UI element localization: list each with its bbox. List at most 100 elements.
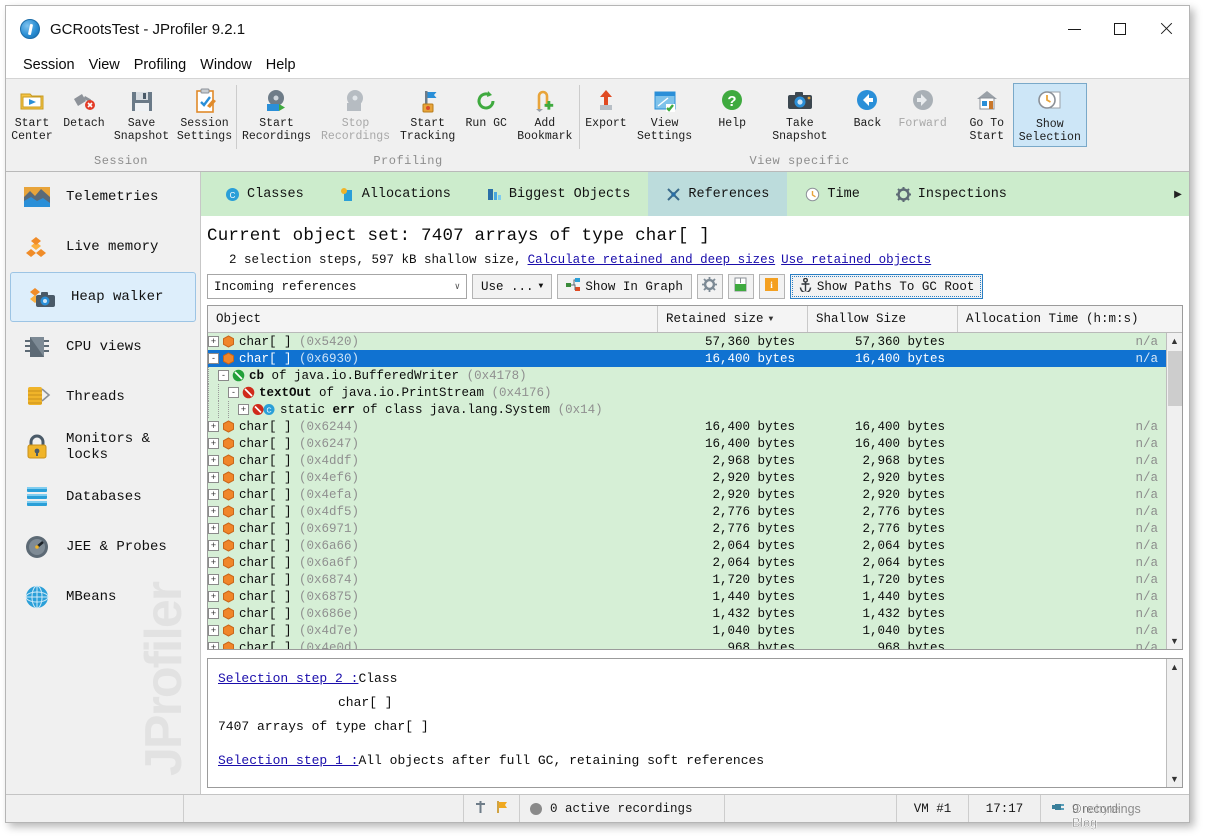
details-scroll-down-button[interactable]: ▼ [1170,771,1179,787]
export-table-button[interactable] [727,274,754,299]
start-tracking-button[interactable]: Start Tracking [395,83,460,145]
collapse-node-button[interactable]: - [228,387,239,398]
sidebar-item-jee-probes[interactable]: JEE & Probes [6,522,200,572]
go-to-start-button[interactable]: Go To Start [961,83,1013,145]
reference-mode-select[interactable]: Incoming references ∨ [207,274,467,299]
view-settings-button[interactable]: View Settings [632,83,697,145]
expand-node-button[interactable]: + [208,540,219,551]
expand-node-button[interactable]: + [208,523,219,534]
table-row[interactable]: + char[ ] (0x6a6f) 2,064 bytes 2,064 bytes n… [208,554,1166,571]
start-center-button[interactable]: Start Center [6,83,58,145]
collapse-node-button[interactable]: - [208,353,219,364]
tabs-overflow-button[interactable]: ▶ [1167,172,1189,216]
column-header-allocation-time[interactable]: Allocation Time (h:m:s) [958,306,1182,332]
table-row[interactable]: + char[ ] (0x686e) 1,432 bytes 1,432 bytes n… [208,605,1166,622]
table-row[interactable]: - cb of java.io.BufferedWriter (0x4178) [208,367,1166,384]
table-row[interactable]: + char[ ] (0x6875) 1,440 bytes 1,440 bytes n… [208,588,1166,605]
scroll-up-button[interactable]: ▲ [1170,333,1179,349]
column-header-object[interactable]: Object [208,306,658,332]
use-retained-objects-link[interactable]: Use retained objects [781,253,931,267]
table-row[interactable]: + char[ ] (0x6244) 16,400 bytes 16,400 byte… [208,418,1166,435]
table-row[interactable]: + char[ ] (0x6874) 1,720 bytes 1,720 bytes n… [208,571,1166,588]
save-snapshot-button[interactable]: Save Snapshot [110,83,173,145]
tab-time[interactable]: Time [787,172,877,216]
table-row[interactable]: + char[ ] (0x4ddf) 2,968 bytes 2,968 bytes n… [208,452,1166,469]
expand-node-button[interactable]: + [208,438,219,449]
table-row[interactable]: + char[ ] (0x4ef6) 2,920 bytes 2,920 bytes n… [208,469,1166,486]
expand-node-button[interactable]: + [208,506,219,517]
take-snapshot-button[interactable]: Take Snapshot [767,83,832,145]
help-button[interactable]: ? Help [706,83,758,133]
table-scrollbar[interactable]: ▲ ▼ [1166,333,1182,649]
selection-step-2-link[interactable]: Selection step 2 : [218,671,358,686]
expand-node-button[interactable]: + [208,472,219,483]
selection-step-1-link[interactable]: Selection step 1 : [218,753,358,768]
expand-node-button[interactable]: + [208,489,219,500]
start-recordings-button[interactable]: Start Recordings [237,83,316,145]
sidebar-item-live-memory[interactable]: Live memory [6,222,200,272]
add-bookmark-button[interactable]: Add Bookmark [512,83,577,145]
show-in-graph-button[interactable]: Show In Graph [557,274,692,299]
details-scrollbar[interactable]: ▲ ▼ [1166,659,1182,787]
maximize-button[interactable] [1097,6,1143,52]
table-row[interactable]: + char[ ] (0x4d7e) 1,040 bytes 1,040 bytes n… [208,622,1166,639]
tab-inspections[interactable]: Inspections [878,172,1025,216]
table-row[interactable]: + char[ ] (0x6971) 2,776 bytes 2,776 bytes n… [208,520,1166,537]
show-selection-button[interactable]: Show Selection [1012,83,1087,147]
expand-node-button[interactable]: + [208,336,219,347]
calculate-retained-link[interactable]: Calculate retained and deep sizes [528,253,776,267]
export-button[interactable]: Export [580,83,632,133]
run-gc-button[interactable]: Run GC [460,83,512,133]
tab-references[interactable]: References [648,172,788,216]
scrollbar-thumb[interactable] [1168,351,1182,406]
expand-node-button[interactable]: + [208,591,219,602]
tab-allocations[interactable]: Allocations [322,172,469,216]
sidebar-item-heap-walker[interactable]: Heap walker [10,272,196,322]
expand-node-button[interactable]: + [208,455,219,466]
table-row[interactable]: + char[ ] (0x6247) 16,400 bytes 16,400 byte… [208,435,1166,452]
expand-node-button[interactable]: + [208,421,219,432]
sidebar-item-databases[interactable]: Databases [6,472,200,522]
table-row[interactable]: + char[ ] (0x4e0d) 968 bytes 968 bytes n/a [208,639,1166,649]
minimize-button[interactable] [1051,6,1097,52]
session-settings-button[interactable]: Session Settings [173,83,236,145]
table-row[interactable]: + char[ ] (0x4efa) 2,920 bytes 2,920 bytes n… [208,486,1166,503]
details-scroll-up-button[interactable]: ▲ [1170,659,1179,675]
column-header-retained-size[interactable]: Retained size ▼ [658,306,808,332]
info-button[interactable]: i [758,274,785,299]
table-row[interactable]: + Cstatic err of class java.lang.System (… [208,401,1166,418]
menu-view[interactable]: View [82,55,127,75]
detach-button[interactable]: Detach [58,83,110,133]
menu-session[interactable]: Session [16,55,82,75]
expand-node-button[interactable]: + [208,608,219,619]
sidebar-item-telemetries[interactable]: Telemetries [6,172,200,222]
table-row[interactable]: - textOut of java.io.PrintStream (0x4176) [208,384,1166,401]
marker-icon[interactable] [474,800,487,818]
show-paths-to-gc-root-button[interactable]: Show Paths To GC Root [789,274,984,299]
back-button[interactable]: Back [841,83,893,133]
tab-classes[interactable]: C Classes [207,172,322,216]
collapse-node-button[interactable]: - [218,370,229,381]
menu-window[interactable]: Window [193,55,259,75]
expand-node-button[interactable]: + [238,404,249,415]
references-settings-button[interactable] [696,274,723,299]
table-row[interactable]: - char[ ] (0x6930) 16,400 bytes 16,400 byte… [208,350,1166,367]
use-dropdown-button[interactable]: Use ... ▼ [472,274,553,299]
menu-help[interactable]: Help [259,55,303,75]
sidebar-item-monitors-locks[interactable]: Monitors & locks [6,422,200,472]
status-markers[interactable] [464,795,520,822]
tab-biggest-objects[interactable]: Biggest Objects [469,172,649,216]
expand-node-button[interactable]: + [208,642,219,649]
expand-node-button[interactable]: + [208,574,219,585]
expand-node-button[interactable]: + [208,557,219,568]
menu-profiling[interactable]: Profiling [127,55,193,75]
sidebar-item-threads[interactable]: Threads [6,372,200,422]
scroll-down-button[interactable]: ▼ [1170,633,1179,649]
table-row[interactable]: + char[ ] (0x5420) 57,360 bytes 57,360 byte… [208,333,1166,350]
close-button[interactable] [1143,6,1189,52]
table-row[interactable]: + char[ ] (0x4df5) 2,776 bytes 2,776 bytes n… [208,503,1166,520]
table-row[interactable]: + char[ ] (0x6a66) 2,064 bytes 2,064 bytes n… [208,537,1166,554]
bookmark-flag-icon[interactable] [496,800,509,818]
column-header-shallow-size[interactable]: Shallow Size [808,306,958,332]
expand-node-button[interactable]: + [208,625,219,636]
